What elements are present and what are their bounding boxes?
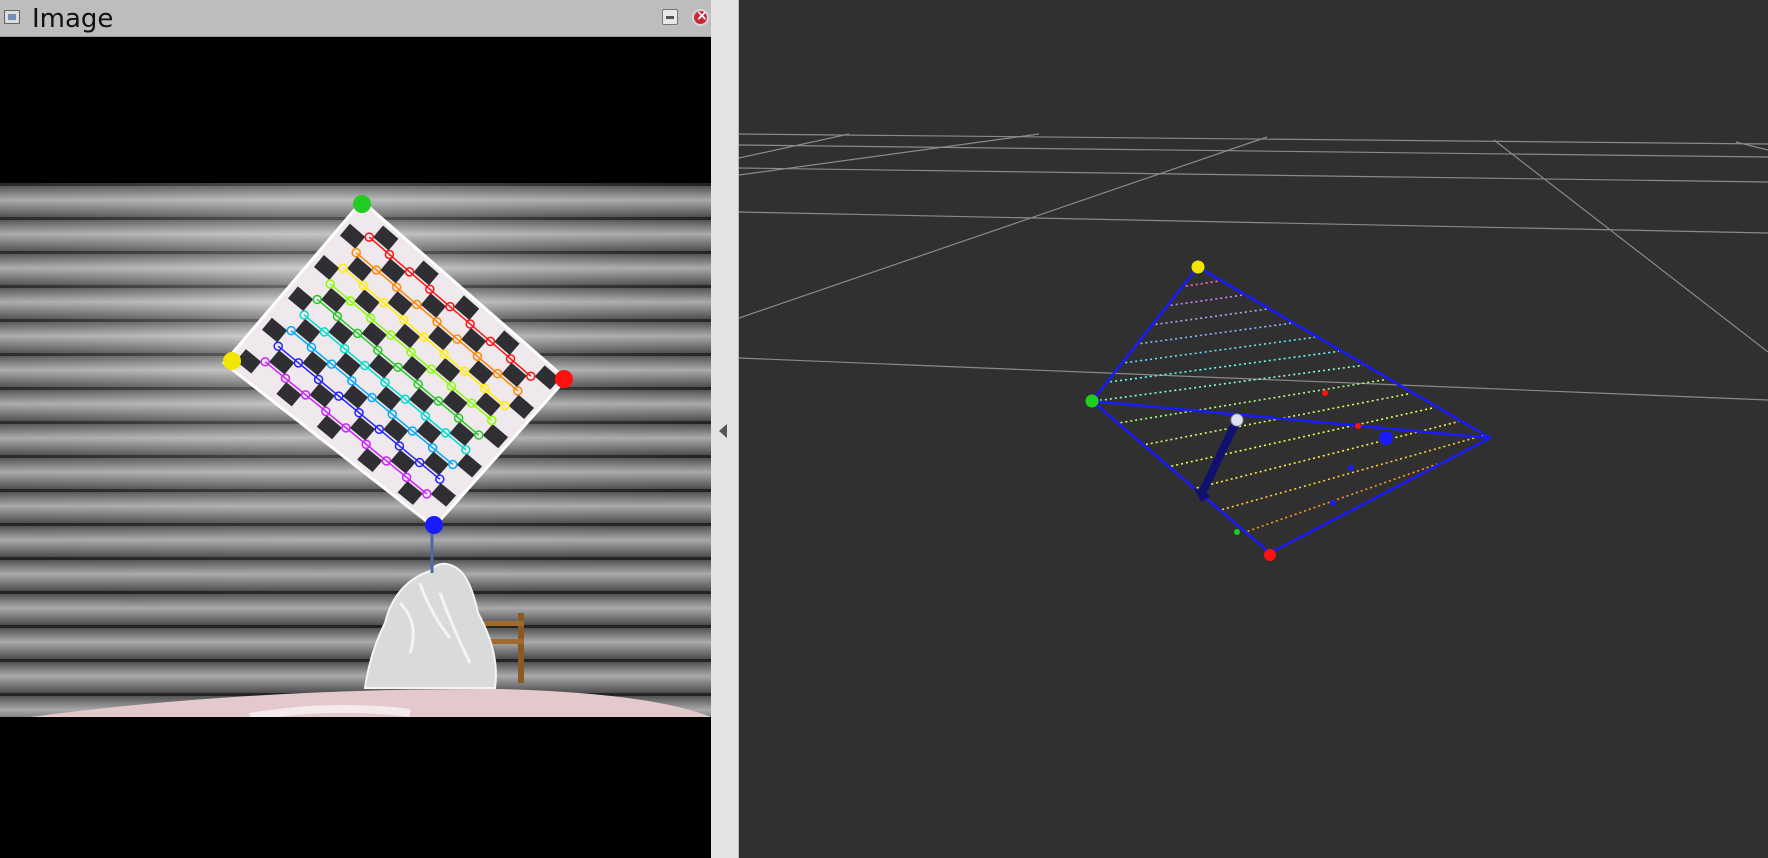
corner-marker-red (555, 370, 573, 388)
scan-line (1125, 336, 1316, 364)
board-diagonal (1091, 399, 1491, 440)
ground-grid (739, 133, 1768, 401)
corner-marker-green (1085, 394, 1099, 408)
point-cloud-board (1085, 260, 1493, 561)
3d-viewport[interactable] (739, 0, 1768, 858)
scan-line (1170, 294, 1244, 307)
board-center (1230, 413, 1244, 427)
image-window: Image (0, 0, 711, 858)
corner-marker-blue (425, 516, 443, 534)
scan-line (1094, 364, 1364, 402)
panel-splitter[interactable] (711, 0, 739, 858)
corner-marker-yellow (1191, 260, 1205, 274)
scan-line (1140, 322, 1292, 345)
chevron-left-icon[interactable] (719, 424, 727, 438)
board-normal-arrow (1198, 418, 1241, 495)
scan-line (1221, 434, 1484, 511)
window-title: Image (32, 4, 114, 34)
corner-marker-red (1264, 549, 1276, 561)
scan-line (1185, 280, 1220, 287)
corner-marker-green (353, 195, 371, 213)
window-titlebar[interactable]: Image (0, 0, 711, 37)
minimize-icon[interactable] (662, 9, 678, 25)
corner-marker-yellow (223, 352, 241, 370)
close-icon[interactable] (692, 8, 709, 26)
board-outline (1090, 265, 1493, 555)
scan-line (1247, 463, 1438, 533)
image-icon (4, 10, 20, 24)
scan-line (1155, 308, 1268, 326)
camera-image (0, 183, 711, 717)
corner-marker-blue (1379, 431, 1393, 445)
